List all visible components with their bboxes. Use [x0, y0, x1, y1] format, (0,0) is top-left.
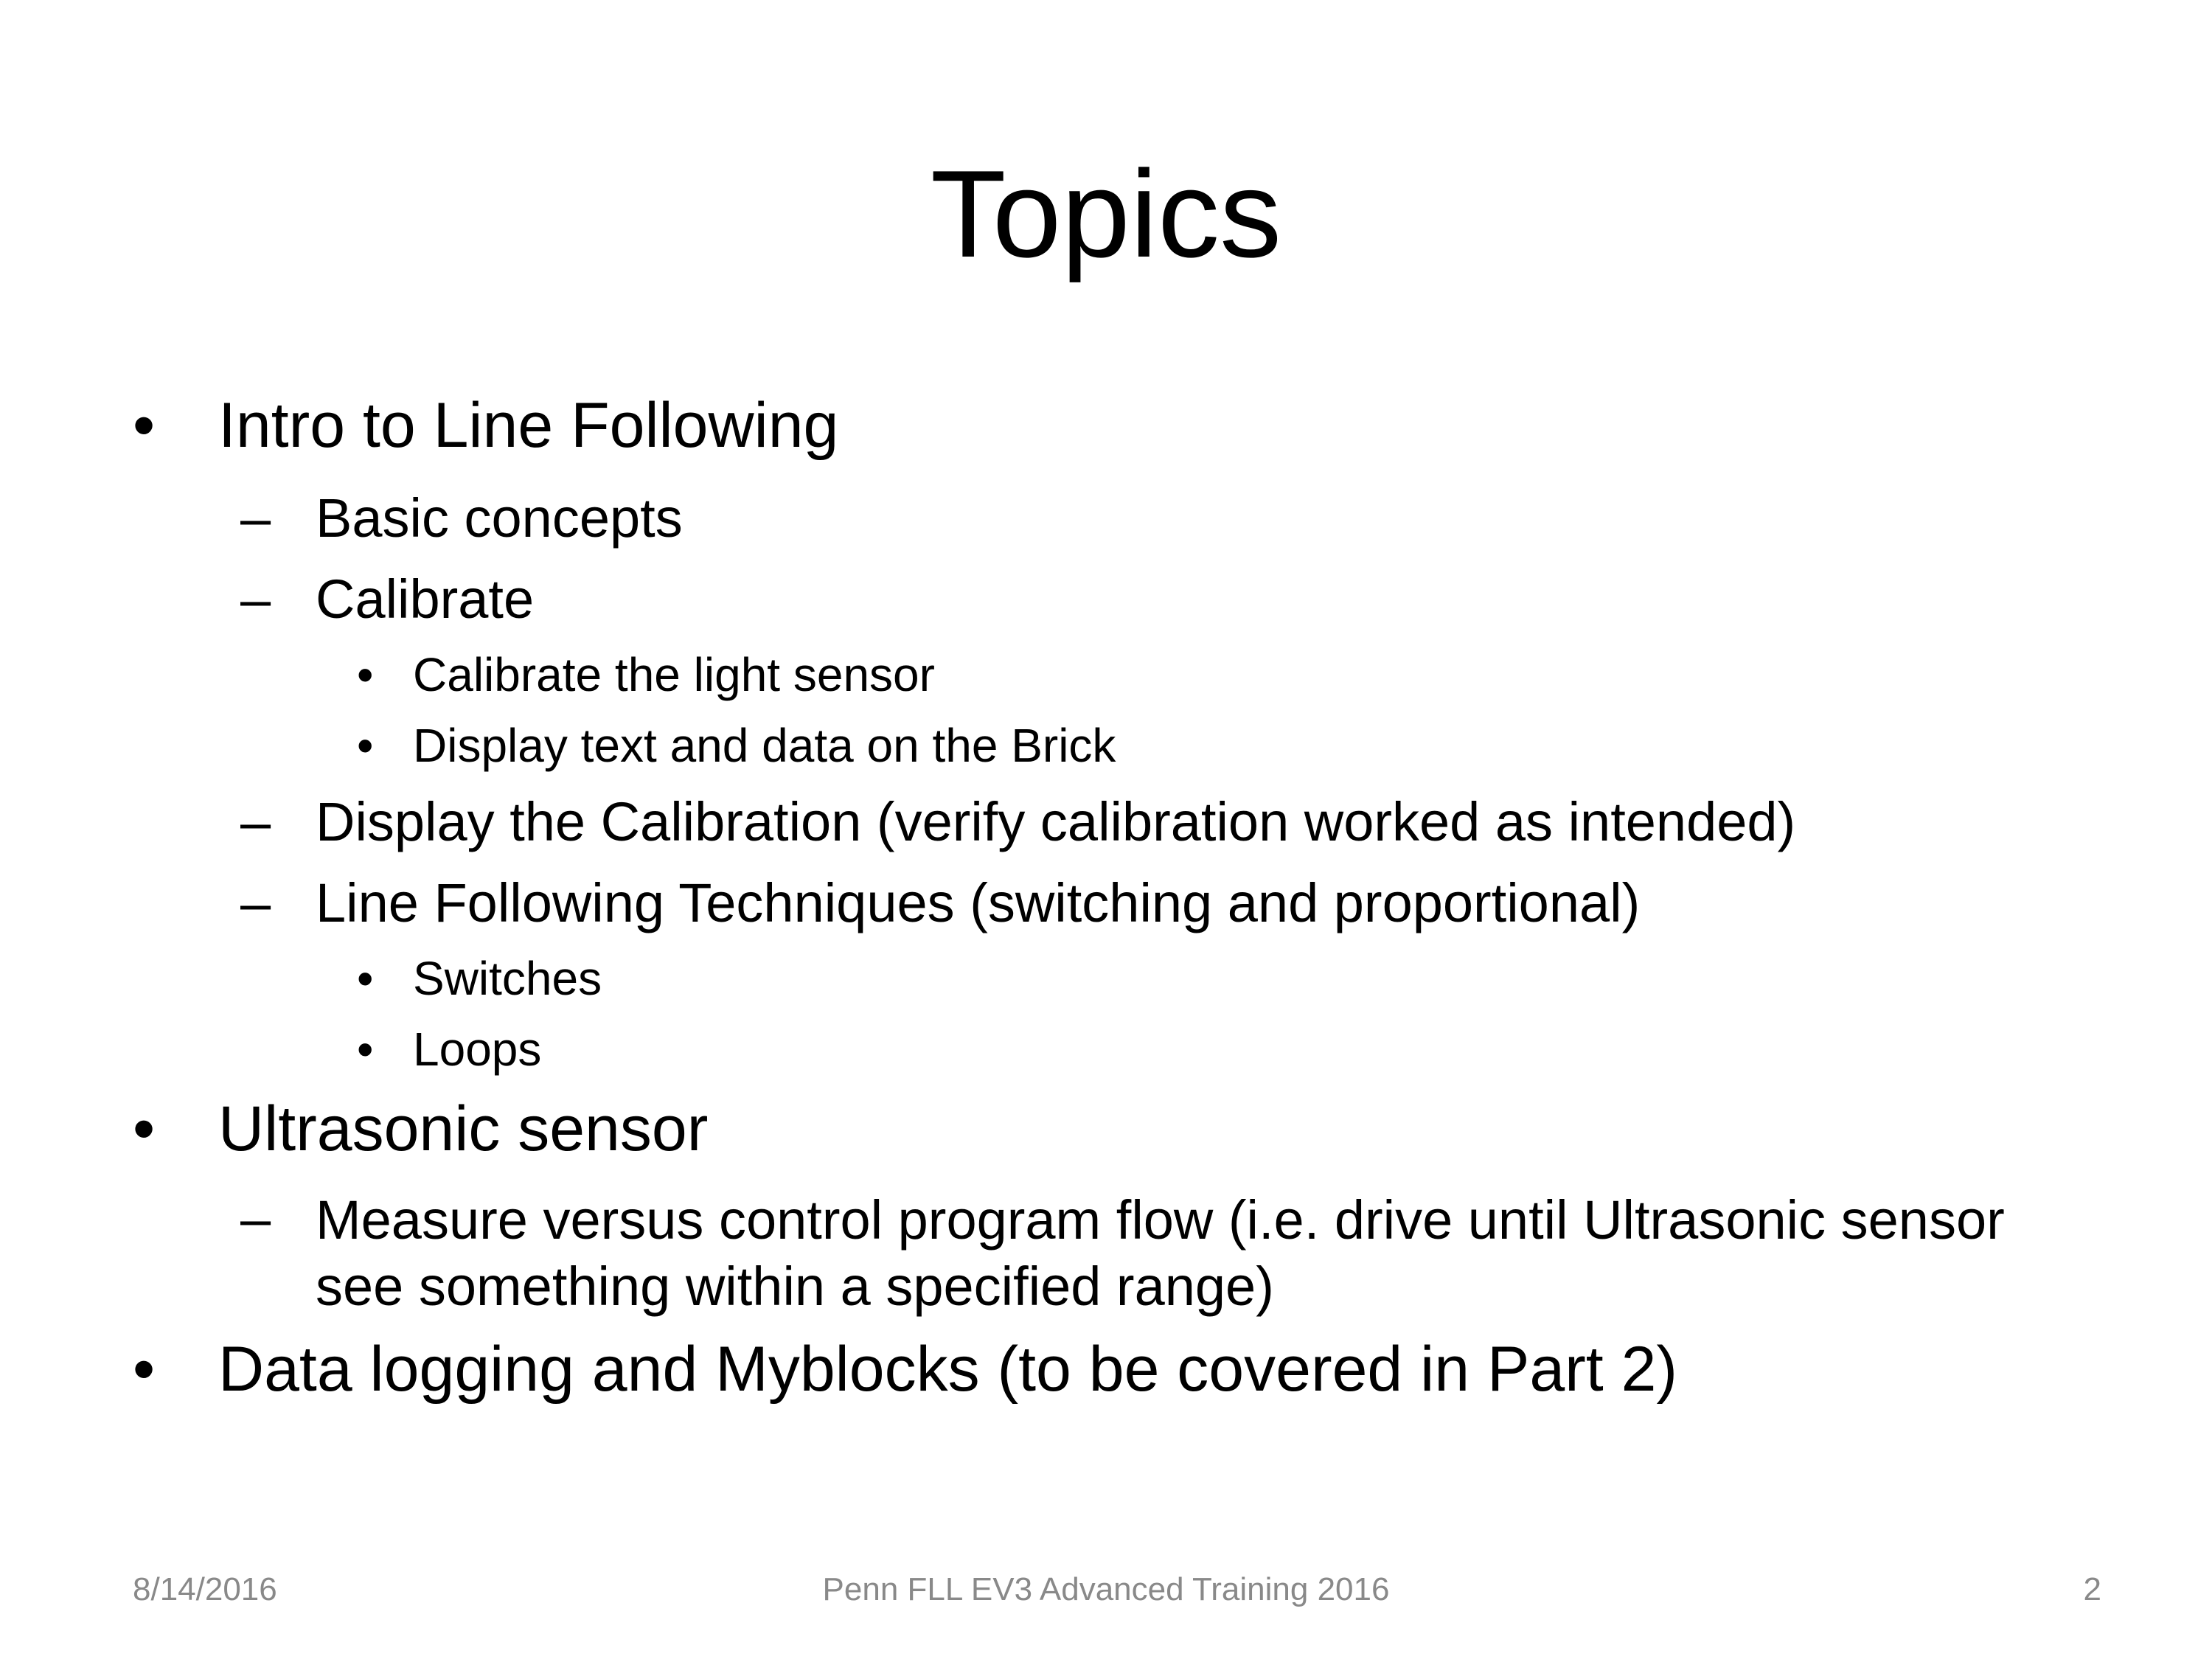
footer-title: Penn FLL EV3 Advanced Training 2016 — [822, 1571, 1390, 1607]
dash-marker: – — [240, 872, 271, 933]
slide: Topics • Intro to Line Following – Basic… — [0, 0, 2212, 1659]
bullet-text: Switches — [413, 952, 602, 1005]
bullet-text: Intro to Line Following — [218, 390, 839, 461]
bullet-marker: • — [357, 1023, 374, 1076]
bullet-text: Calibrate the light sensor — [413, 648, 935, 701]
bullet-text: Line Following Techniques (switching and… — [316, 872, 1641, 933]
bullet-text: Calibrate — [316, 568, 535, 630]
bullet-marker: • — [357, 952, 374, 1005]
dash-marker: – — [240, 791, 271, 852]
dash-marker: – — [240, 487, 271, 549]
bullet-text: Ultrasonic sensor — [218, 1093, 709, 1164]
bullet-marker: • — [133, 390, 156, 461]
dash-marker: – — [240, 568, 271, 630]
bullet-text: Display text and data on the Brick — [413, 719, 1116, 772]
bullet-marker: • — [133, 1093, 156, 1164]
bullet-text: Measure versus control program flow (i.e… — [316, 1189, 2005, 1317]
bullet-marker: • — [357, 719, 374, 772]
bullet-marker: • — [357, 648, 374, 701]
bullet-text: Basic concepts — [316, 487, 683, 549]
bullet-text: Data logging and Myblocks (to be covered… — [218, 1334, 1678, 1405]
bullet-text: Loops — [413, 1023, 542, 1076]
dash-marker: – — [240, 1188, 271, 1249]
bullet-marker: • — [133, 1334, 156, 1405]
bullet-text: Display the Calibration (verify calibrat… — [316, 791, 1796, 852]
bullet-list: • Intro to Line Following – Basic concep… — [0, 0, 2212, 1659]
page-number: 2 — [2083, 1571, 2101, 1607]
